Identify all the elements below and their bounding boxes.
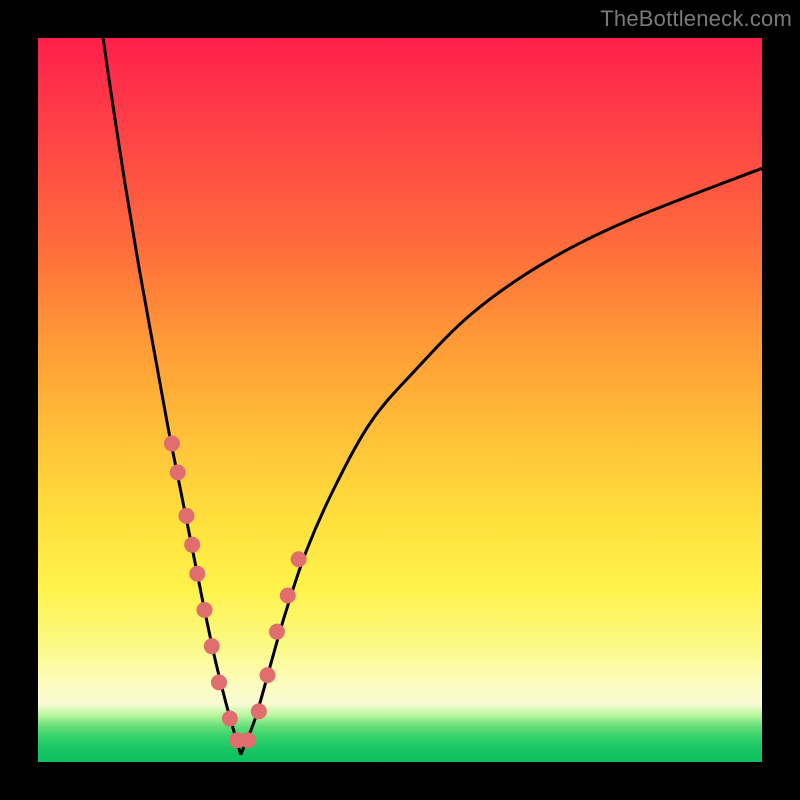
scatter-dot <box>291 551 307 567</box>
scatter-dot <box>222 711 238 727</box>
scatter-dot <box>240 732 256 748</box>
scatter-dot <box>251 703 267 719</box>
scatter-dot <box>189 566 205 582</box>
scatter-dot <box>164 435 180 451</box>
scatter-dot <box>211 674 227 690</box>
scatter-dots <box>164 435 307 748</box>
chart-svg <box>38 38 762 762</box>
scatter-dot <box>184 537 200 553</box>
curve-left-branch <box>103 38 241 755</box>
scatter-dot <box>280 587 296 603</box>
chart-frame: TheBottleneck.com <box>0 0 800 800</box>
scatter-dot <box>170 464 186 480</box>
watermark-text: TheBottleneck.com <box>600 6 792 32</box>
scatter-dot <box>197 602 213 618</box>
scatter-dot <box>178 508 194 524</box>
plot-area <box>38 38 762 762</box>
curve-right-branch <box>241 168 762 754</box>
scatter-dot <box>260 667 276 683</box>
scatter-dot <box>269 624 285 640</box>
scatter-dot <box>204 638 220 654</box>
